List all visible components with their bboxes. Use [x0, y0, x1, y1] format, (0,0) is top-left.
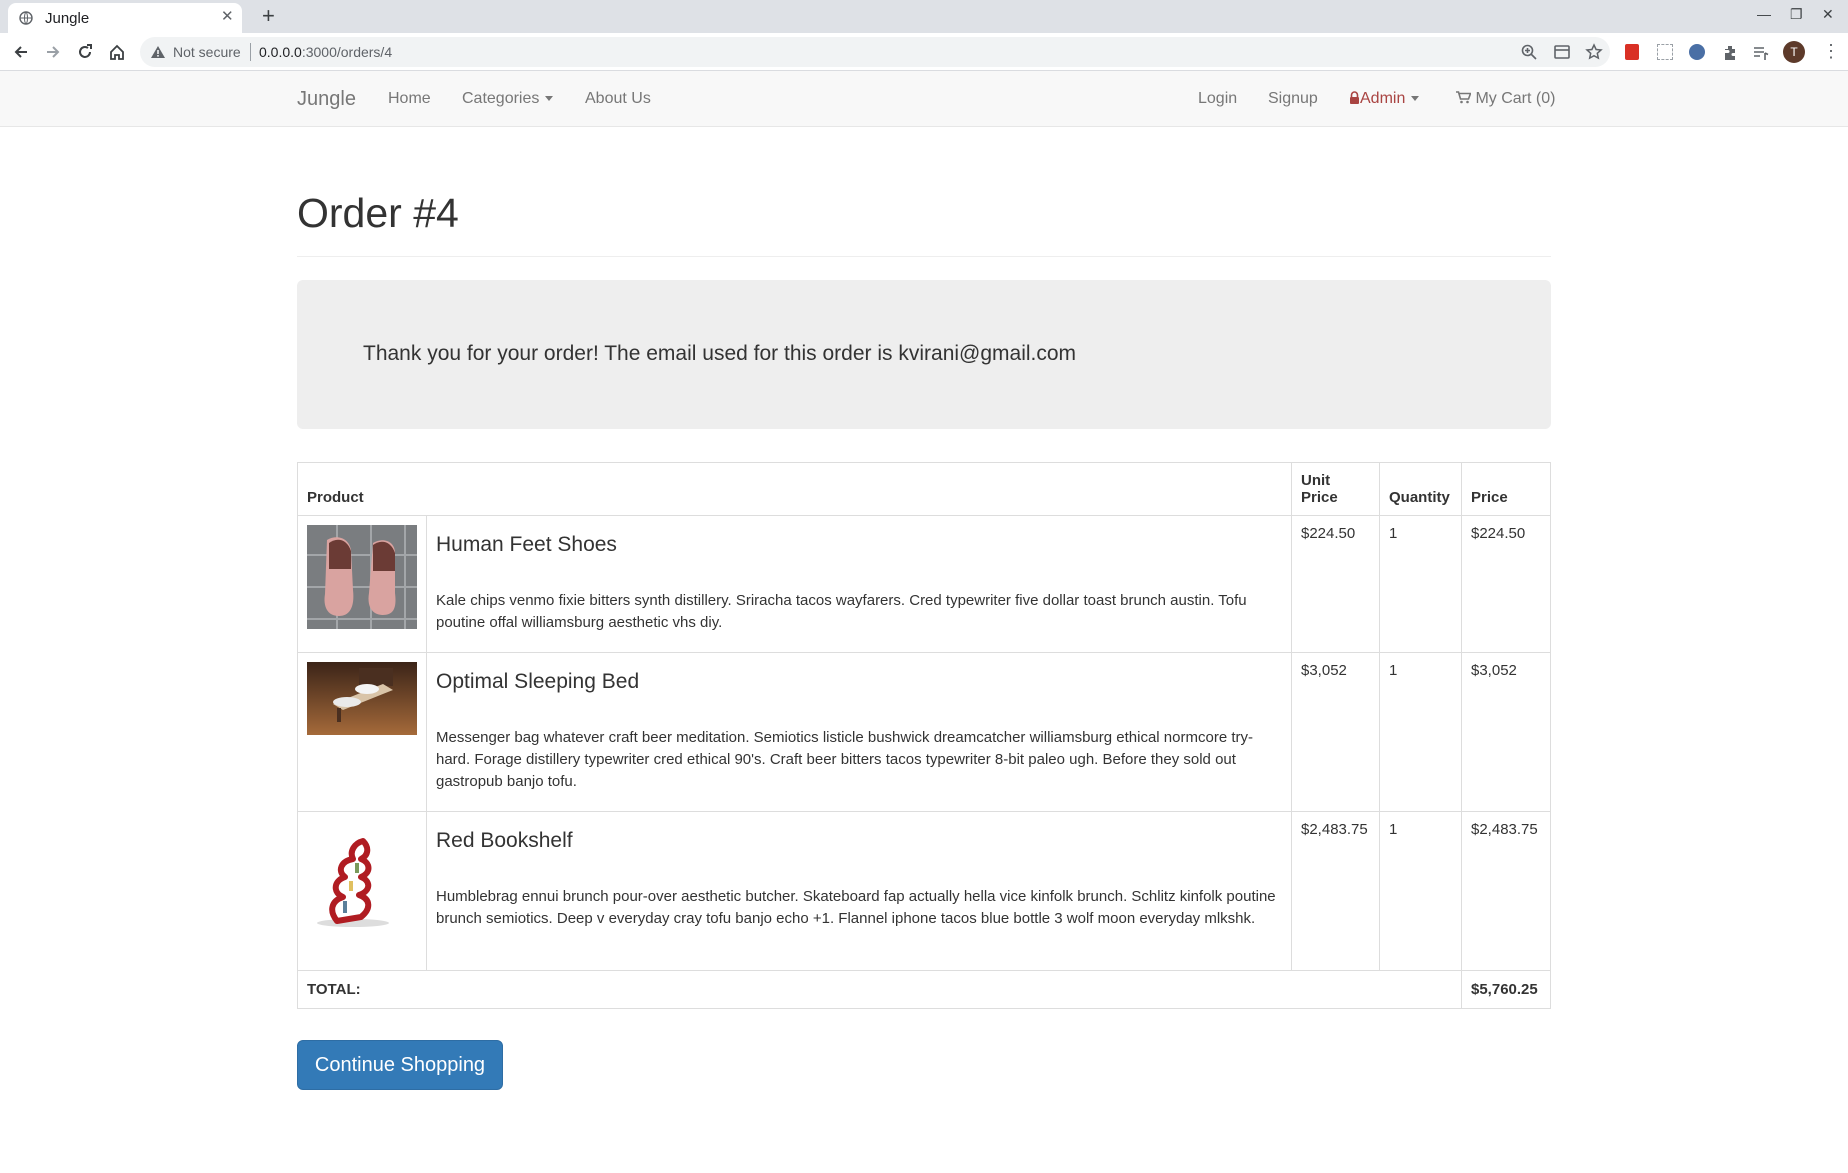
- quantity-cell: 1: [1379, 652, 1462, 812]
- product-description: Messenger bag whatever craft beer medita…: [436, 729, 1253, 790]
- order-confirmation-panel: Thank you for your order! The email used…: [297, 280, 1551, 429]
- product-description: Humblebrag ennui brunch pour-over aesthe…: [436, 888, 1276, 927]
- red-bookshelf-image[interactable]: [307, 821, 417, 931]
- security-status[interactable]: Not secure: [173, 44, 241, 60]
- address-bar[interactable]: Not secure 0.0.0.0:3000/orders/4: [140, 37, 1610, 67]
- nav-home[interactable]: Home: [388, 90, 431, 108]
- page-title: Order #4: [297, 190, 459, 236]
- continue-shopping-button[interactable]: Continue Shopping: [297, 1040, 503, 1090]
- nav-admin-dropdown[interactable]: Admin: [1349, 90, 1420, 108]
- bookmark-star-icon[interactable]: [1585, 43, 1603, 61]
- tab-close-icon[interactable]: ✕: [221, 7, 234, 25]
- price-cell: $224.50: [1461, 515, 1551, 653]
- table-row: Human Feet Shoes Kale chips venmo fixie …: [297, 515, 1551, 653]
- product-description: Kale chips venmo fixie bitters synth dis…: [436, 592, 1247, 631]
- caret-down-icon: [545, 96, 554, 102]
- extension-red-icon[interactable]: [1625, 44, 1639, 60]
- product-info-cell: Human Feet Shoes Kale chips venmo fixie …: [426, 515, 1292, 653]
- url-path: :3000/orders/4: [301, 44, 393, 60]
- price-cell: $3,052: [1461, 652, 1551, 812]
- url-host: 0.0.0.0: [259, 44, 302, 60]
- extensions-icon[interactable]: [1721, 44, 1739, 62]
- browser-tab-bar: Jungle ✕ + — ❐ ✕: [0, 0, 1848, 33]
- globe-icon: [19, 11, 33, 25]
- extension-blue-icon[interactable]: [1689, 44, 1705, 60]
- caret-down-icon: [1411, 96, 1420, 102]
- quantity-cell: 1: [1379, 811, 1462, 971]
- table-row: Optimal Sleeping Bed Messenger bag whate…: [297, 652, 1551, 812]
- product-name[interactable]: Human Feet Shoes: [436, 533, 1282, 557]
- close-window-icon[interactable]: ✕: [1822, 6, 1834, 23]
- nav-signup[interactable]: Signup: [1268, 90, 1318, 108]
- product-image-cell: [297, 652, 427, 812]
- total-value: $5,760.25: [1461, 970, 1551, 1009]
- total-label: TOTAL:: [297, 970, 1462, 1009]
- title-divider: [297, 256, 1551, 257]
- product-name[interactable]: Optimal Sleeping Bed: [436, 670, 1282, 694]
- back-icon[interactable]: [12, 43, 30, 61]
- product-name[interactable]: Red Bookshelf: [436, 829, 1282, 853]
- product-info-cell: Red Bookshelf Humblebrag ennui brunch po…: [426, 811, 1292, 971]
- optimal-sleeping-bed-image[interactable]: [307, 662, 417, 735]
- extension-grid-icon[interactable]: [1657, 44, 1673, 60]
- nav-about[interactable]: About Us: [585, 90, 651, 108]
- nav-cart-label: My Cart (0): [1475, 90, 1556, 107]
- header-product: Product: [297, 462, 1292, 516]
- menu-kebab-icon[interactable]: ⋮: [1822, 41, 1840, 62]
- header-price: Price: [1461, 462, 1551, 516]
- omnibox-divider: [250, 43, 251, 61]
- table-header-row: Product Unit Price Quantity Price: [297, 462, 1551, 516]
- product-image-cell: [297, 811, 427, 971]
- nav-login[interactable]: Login: [1198, 90, 1237, 108]
- table-row: Red Bookshelf Humblebrag ennui brunch po…: [297, 811, 1551, 971]
- unit-price-cell: $224.50: [1291, 515, 1380, 653]
- navbar-brand[interactable]: Jungle: [297, 88, 356, 111]
- forward-icon[interactable]: [44, 43, 62, 61]
- order-table: Product Unit Price Quantity Price Human …: [297, 462, 1551, 1009]
- product-info-cell: Optimal Sleeping Bed Messenger bag whate…: [426, 652, 1292, 812]
- home-icon[interactable]: [108, 43, 126, 61]
- nav-admin-label: Admin: [1360, 90, 1406, 107]
- quantity-cell: 1: [1379, 515, 1462, 653]
- profile-avatar[interactable]: T: [1783, 41, 1805, 63]
- zoom-icon[interactable]: [1520, 43, 1538, 61]
- nav-cart[interactable]: My Cart (0): [1456, 90, 1555, 108]
- price-cell: $2,483.75: [1461, 811, 1551, 971]
- site-navbar: Jungle Home Categories About Us Login Si…: [0, 71, 1848, 127]
- nav-categories-label: Categories: [462, 90, 540, 107]
- total-row: TOTAL: $5,760.25: [297, 970, 1551, 1009]
- unit-price-cell: $2,483.75: [1291, 811, 1380, 971]
- new-tab-icon[interactable]: +: [262, 3, 275, 29]
- reload-icon[interactable]: [76, 43, 94, 61]
- lock-icon: [1350, 91, 1359, 104]
- nav-categories-dropdown[interactable]: Categories: [462, 90, 554, 108]
- product-image-cell: [297, 515, 427, 653]
- browser-toolbar: Not secure 0.0.0.0:3000/orders/4 T ⋮: [0, 33, 1848, 71]
- reading-list-icon[interactable]: [1752, 44, 1770, 62]
- unit-price-cell: $3,052: [1291, 652, 1380, 812]
- minimize-icon[interactable]: —: [1757, 6, 1771, 22]
- url-text[interactable]: 0.0.0.0:3000/orders/4: [259, 44, 392, 60]
- header-quantity: Quantity: [1379, 462, 1462, 516]
- thank-you-message: Thank you for your order! The email used…: [363, 342, 1077, 365]
- tab-title: Jungle: [45, 10, 90, 27]
- restore-icon[interactable]: ❐: [1790, 6, 1803, 23]
- warning-icon[interactable]: [150, 44, 166, 60]
- browser-tab[interactable]: Jungle ✕: [8, 3, 242, 33]
- human-feet-shoes-image[interactable]: [307, 525, 417, 629]
- header-unit-price: Unit Price: [1291, 462, 1380, 516]
- shopping-cart-icon: [1456, 91, 1472, 104]
- reader-icon[interactable]: [1553, 43, 1571, 61]
